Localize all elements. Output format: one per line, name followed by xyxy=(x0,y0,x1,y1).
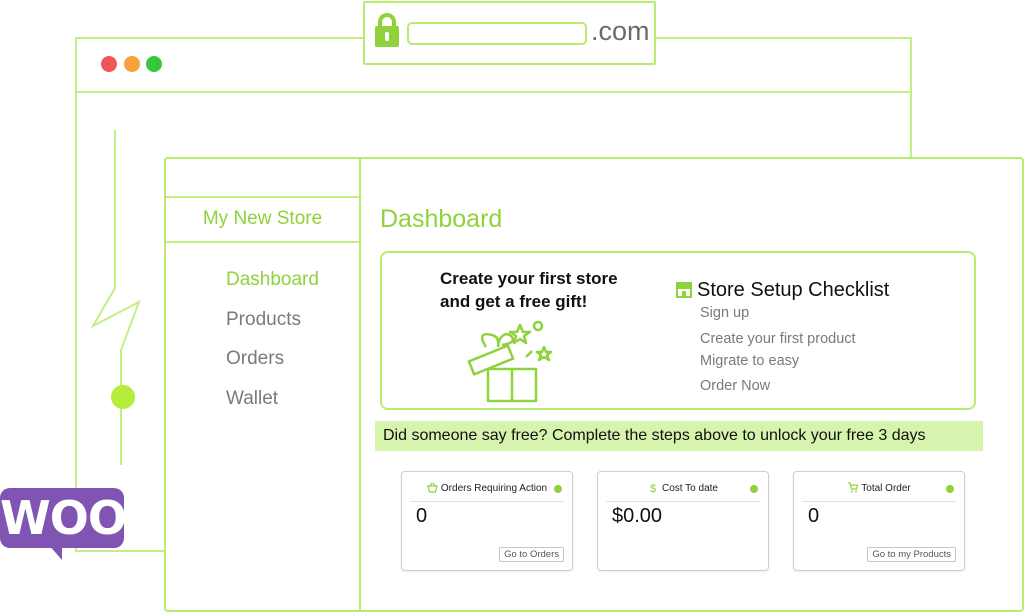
connector-line-icon xyxy=(90,130,141,465)
info-icon[interactable] xyxy=(946,485,954,493)
basket-icon xyxy=(427,482,438,493)
checklist-item-signup[interactable]: Sign up xyxy=(700,305,749,321)
stat-value: $0.00 xyxy=(612,505,663,527)
logo-text: WOO xyxy=(0,491,127,545)
logo-tail xyxy=(48,544,62,560)
sidebar-divider xyxy=(166,196,359,198)
sidebar-item-wallet[interactable]: Wallet xyxy=(226,388,278,410)
dollar-icon: $ xyxy=(650,483,656,493)
checklist-title: Store Setup Checklist xyxy=(675,279,889,302)
gift-icon xyxy=(467,320,553,403)
checklist-title-text: Store Setup Checklist xyxy=(697,279,890,301)
info-icon[interactable] xyxy=(750,485,758,493)
stat-card-title: Cost To date xyxy=(662,483,718,494)
lock-icon xyxy=(375,13,399,47)
stat-card-cost: $ Cost To date $0.00 xyxy=(597,471,769,571)
sidebar: My New Store Dashboard Products Orders W… xyxy=(166,159,361,610)
svg-text:$: $ xyxy=(650,483,656,493)
stat-card-header: Total Order xyxy=(802,482,956,502)
page-title: Dashboard xyxy=(380,205,503,233)
info-icon[interactable] xyxy=(554,485,562,493)
store-name: My New Store xyxy=(202,208,323,229)
window-divider xyxy=(77,91,910,93)
sidebar-item-products[interactable]: Products xyxy=(226,309,301,331)
main-content: Dashboard Create your first store and ge… xyxy=(363,159,1022,610)
sidebar-divider xyxy=(166,241,359,243)
stat-card-title: Total Order xyxy=(861,483,911,494)
address-bar: .com xyxy=(363,1,656,65)
stat-card-header: Orders Requiring Action xyxy=(410,482,564,502)
stat-value: 0 xyxy=(808,505,820,527)
checklist-item-first-product[interactable]: Create your first product xyxy=(700,331,856,347)
go-to-orders-button[interactable]: Go to Orders xyxy=(499,547,564,562)
checklist-item-order-now[interactable]: Order Now xyxy=(700,378,770,394)
url-input[interactable] xyxy=(407,22,587,45)
stat-card-header: $ Cost To date xyxy=(606,482,760,502)
sidebar-item-dashboard[interactable]: Dashboard xyxy=(226,269,319,291)
domain-suffix: .com xyxy=(591,16,650,46)
store-icon xyxy=(676,282,692,298)
promo-title: Create your first store and get a free g… xyxy=(440,269,618,311)
dashboard-window: My New Store Dashboard Products Orders W… xyxy=(164,157,1024,612)
stat-value: 0 xyxy=(416,505,428,527)
woo-logo: WOO xyxy=(0,488,127,562)
go-to-products-button[interactable]: Go to my Products xyxy=(867,547,956,562)
stat-card-title: Orders Requiring Action xyxy=(440,483,548,494)
stat-card-orders: Orders Requiring Action 0 Go to Orders xyxy=(401,471,573,571)
sidebar-item-orders[interactable]: Orders xyxy=(226,348,284,370)
promo-card: Create your first store and get a free g… xyxy=(380,251,976,410)
checklist-item-migrate[interactable]: Migrate to easy xyxy=(700,353,799,369)
stat-card-total-order: Total Order 0 Go to my Products xyxy=(793,471,965,571)
cart-icon xyxy=(848,482,859,493)
free-trial-banner: Did someone say free? Complete the steps… xyxy=(375,421,983,451)
